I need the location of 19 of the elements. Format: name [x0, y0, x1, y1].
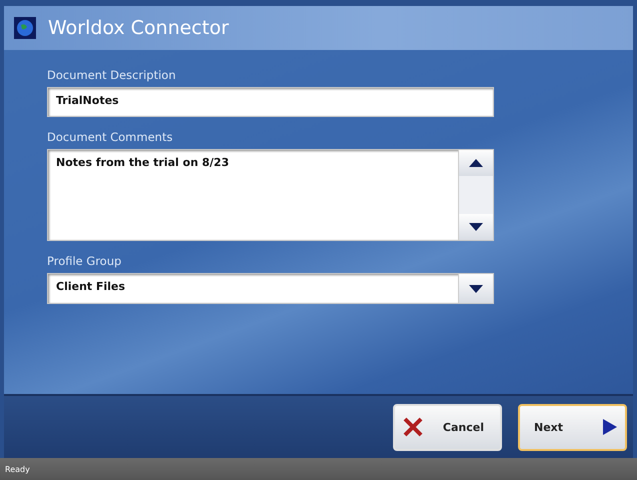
status-text: Ready — [5, 464, 30, 474]
down-arrow-icon — [469, 284, 483, 292]
globe-icon — [14, 17, 36, 39]
dropdown-button[interactable] — [459, 274, 493, 303]
text-field[interactable]: TrialNotes — [47, 87, 494, 117]
field-label: Document Description — [47, 68, 177, 83]
next-button[interactable]: Next — [518, 404, 627, 450]
scroll-down-button[interactable] — [459, 214, 493, 240]
field-label: Document Comments — [47, 130, 174, 145]
up-arrow-icon — [469, 159, 483, 167]
dropdown-field[interactable]: Client Files — [47, 273, 494, 304]
cancel-button[interactable]: Cancel — [393, 404, 502, 450]
field-label: Profile Group — [47, 254, 122, 269]
comments-field[interactable]: Notes from the trial on 8/23 — [47, 149, 494, 241]
close-icon — [403, 417, 423, 437]
window-title: Worldox Connector — [48, 17, 229, 39]
down-arrow-icon — [469, 223, 483, 231]
scroll-up-button[interactable] — [459, 150, 493, 176]
play-arrow-icon — [603, 419, 617, 435]
